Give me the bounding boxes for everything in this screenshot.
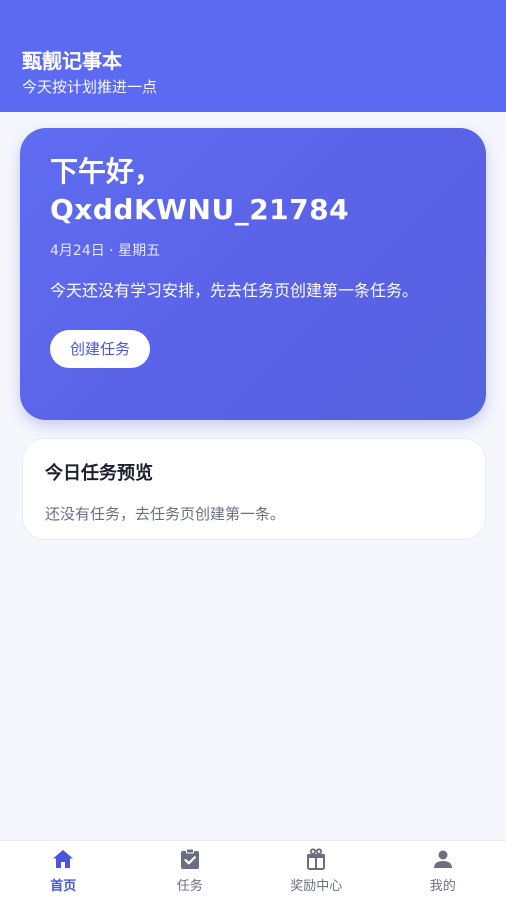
date-text: 4月24日 · 星期五 bbox=[50, 243, 161, 259]
app-subtitle: 今天按计划推进一点 bbox=[22, 78, 158, 96]
greeting-text: 下午好， bbox=[50, 155, 163, 188]
bottom-tab-bar: 首页 任务 奖励中心 我的 bbox=[0, 840, 506, 900]
tab-tasks-label: 任务 bbox=[176, 879, 203, 894]
tab-home[interactable]: 首页 bbox=[0, 841, 127, 900]
tab-home-label: 首页 bbox=[50, 879, 77, 894]
tab-tasks[interactable]: 任务 bbox=[127, 841, 254, 900]
status-bar bbox=[0, 0, 506, 34]
username: QxddKWNU_21784 bbox=[50, 193, 350, 226]
today-task-preview-card: 今日任务预览 还没有任务，去任务页创建第一条。 bbox=[22, 438, 486, 540]
gift-icon bbox=[307, 848, 326, 870]
app-header: 甄靓记事本 今天按计划推进一点 bbox=[0, 34, 506, 112]
tab-rewards[interactable]: 奖励中心 bbox=[253, 841, 380, 900]
preview-title: 今日任务预览 bbox=[45, 463, 153, 484]
tab-rewards-label: 奖励中心 bbox=[290, 879, 343, 894]
tab-profile[interactable]: 我的 bbox=[380, 841, 506, 900]
clipboard-check-icon bbox=[180, 848, 199, 869]
create-task-button[interactable]: 创建任务 bbox=[50, 330, 151, 368]
person-icon bbox=[433, 850, 452, 868]
empty-schedule-message: 今天还没有学习安排，先去任务页创建第一条任务。 bbox=[50, 281, 419, 300]
app-title: 甄靓记事本 bbox=[22, 49, 122, 73]
greeting-card: 下午好， QxddKWNU_21784 4月24日 · 星期五 今天还没有学习安… bbox=[20, 128, 486, 420]
home-icon bbox=[53, 850, 74, 868]
preview-empty-text: 还没有任务，去任务页创建第一条。 bbox=[45, 505, 286, 523]
tab-profile-label: 我的 bbox=[429, 879, 456, 894]
